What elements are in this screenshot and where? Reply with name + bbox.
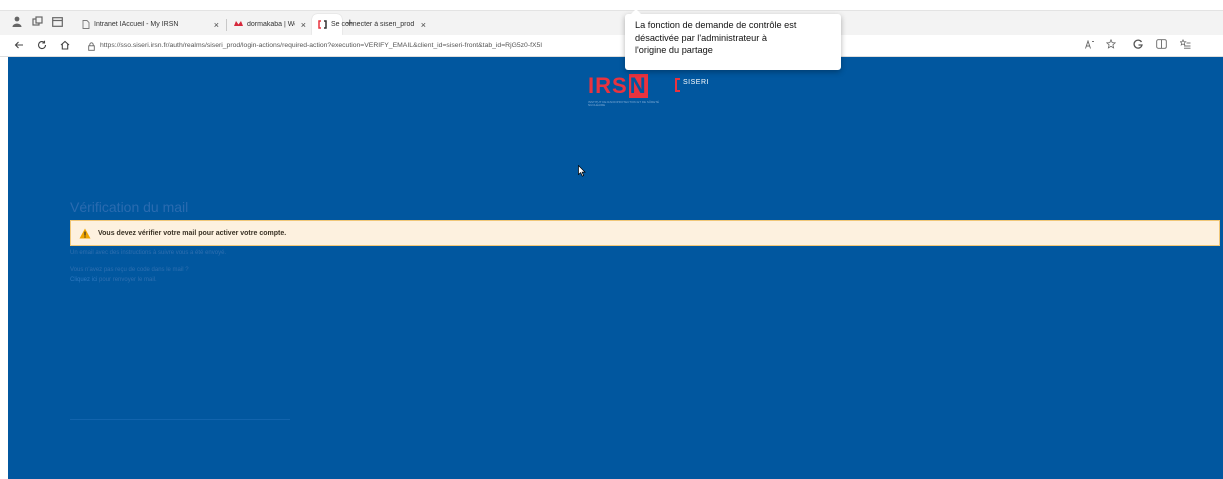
url-text: https://sso.siseri.irsn.fr/auth/realms/s…	[100, 42, 543, 49]
tab-intranet[interactable]: Intranet IAccueil - My IRSN ×	[75, 14, 225, 35]
warning-alert: Vous devez vérifier votre mail pour acti…	[70, 220, 1220, 246]
favorite-star-icon[interactable]	[1105, 38, 1117, 53]
back-icon[interactable]	[14, 38, 24, 54]
favorites-list-icon[interactable]	[1179, 38, 1191, 53]
resend-text: pour renvoyer le mail.	[99, 277, 157, 283]
read-aloud-icon[interactable]	[1085, 39, 1095, 53]
tooltip-line: La fonction de demande de contrôle est	[635, 20, 797, 30]
tooltip-line: désactivée par l'administrateur à	[635, 32, 767, 43]
not-received-text: Vous n'avez pas reçu de code dans le mai…	[70, 267, 189, 273]
logo-bracket	[675, 78, 680, 92]
tab-label: Se connecter à siseri_prod	[331, 21, 415, 28]
mouse-cursor-icon	[578, 165, 586, 177]
tab-close-icon[interactable]: ×	[301, 20, 306, 30]
lock-icon	[88, 38, 95, 54]
tab-label: Intranet IAccueil - My IRSN	[94, 21, 179, 28]
alert-message: Vous devez vérifier votre mail pour acti…	[98, 229, 287, 237]
logo-mark: IRSN	[588, 74, 648, 98]
dormakaba-icon	[234, 20, 243, 29]
logo-app-name: SISERI	[683, 79, 709, 86]
warning-icon	[79, 228, 91, 238]
tab-close-icon[interactable]: ×	[421, 20, 426, 30]
resend-line: Cliquez ici pour renvoyer le mail.	[70, 277, 157, 283]
logo-tagline: INSTITUT DE RADIOPROTECTION ET DE SÛRETÉ…	[588, 100, 660, 107]
instructions-text: Un email avec des instructions à suivre …	[70, 250, 227, 256]
split-screen-icon[interactable]	[1156, 39, 1167, 53]
tab-siseri-label-wrap: Se connecter à siseri_prod ×	[312, 14, 432, 35]
copilot-g-icon[interactable]	[1133, 39, 1143, 53]
logo-mark-prefix: IRS	[588, 73, 628, 98]
browser-address-bar: https://sso.siseri.irsn.fr/auth/realms/s…	[0, 35, 1223, 57]
tab-close-icon[interactable]: ×	[214, 20, 219, 30]
page-title: Vérification du mail	[70, 199, 189, 215]
document-icon	[81, 20, 90, 29]
browser-tab-bar: Intranet IAccueil - My IRSN × dormakaba …	[0, 10, 1223, 35]
new-tab-button[interactable]: +	[346, 16, 354, 29]
tab-separator	[226, 19, 227, 31]
footer-area	[70, 390, 290, 420]
tab-dormakaba[interactable]: dormakaba | WebTerminal ×	[228, 14, 312, 35]
page-content: IRSN SISERI INSTITUT DE RADIOPROTECTION …	[8, 57, 1223, 479]
sharing-control-tooltip: La fonction de demande de contrôle est d…	[625, 9, 841, 70]
tab-actions-icon[interactable]	[50, 16, 64, 30]
home-icon[interactable]	[60, 38, 70, 54]
refresh-icon[interactable]	[37, 38, 47, 54]
profile-icon[interactable]	[10, 16, 24, 30]
logo-mark-n: N	[628, 73, 648, 98]
tab-label: dormakaba | WebTerminal	[247, 21, 295, 28]
workspaces-icon[interactable]	[30, 16, 44, 30]
tooltip-line: l'origine du partage	[635, 45, 713, 55]
resend-link[interactable]: Cliquez ici	[70, 277, 97, 283]
tooltip-arrow	[631, 9, 641, 14]
